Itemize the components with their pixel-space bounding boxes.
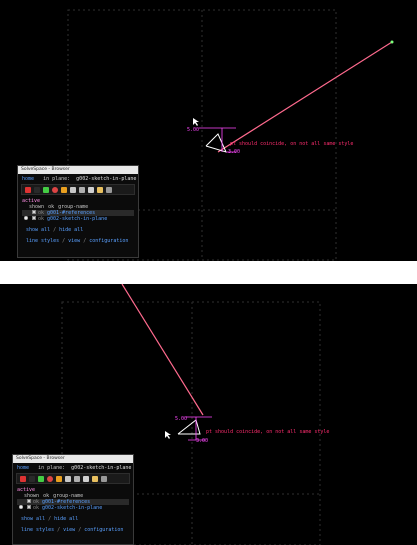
group-row[interactable]: ok g002-sketch-in-plane <box>22 216 134 222</box>
shaded-icon[interactable] <box>74 475 80 482</box>
construction-line[interactable] <box>217 41 393 153</box>
hide-all-link[interactable]: hide all <box>59 227 83 233</box>
active-radio[interactable] <box>18 505 23 509</box>
shown-checkbox[interactable] <box>31 210 36 214</box>
shown-checkbox[interactable] <box>26 505 31 509</box>
browser-toolbar <box>16 473 130 484</box>
configuration-link[interactable]: configuration <box>89 238 128 244</box>
workplane-icon[interactable] <box>56 475 62 482</box>
constraint-warning: pt should coincide, on not all same styl… <box>206 429 329 435</box>
hidden-lines-icon[interactable] <box>106 186 112 193</box>
spacer-icon <box>34 186 40 193</box>
grid-icon[interactable] <box>25 186 31 193</box>
edges-icon[interactable] <box>88 186 94 193</box>
cad-viewport-bottom[interactable]: 5.00 3.00 pt should coincide, on not all… <box>0 284 417 545</box>
property-browser[interactable]: SolveSpace - Browser home in plane: g002… <box>12 454 134 545</box>
browser-nav: home in plane: g002-sketch-in-plane <box>18 174 138 184</box>
dimension-label[interactable]: 3.00 <box>196 438 208 444</box>
property-browser[interactable]: SolveSpace - Browser home in plane: g002… <box>17 165 139 258</box>
active-radio[interactable] <box>23 216 28 220</box>
groups-section: active shown ok group-name ok g001-#refere… <box>18 195 138 244</box>
group-ok: ok <box>33 505 40 511</box>
view-link[interactable]: view <box>68 238 80 244</box>
nav-value: g002-sketch-in-plane <box>71 465 132 471</box>
mouse-cursor-icon <box>165 431 171 439</box>
edges-icon[interactable] <box>83 475 89 482</box>
nav-label: in plane: <box>38 465 66 471</box>
normal-icon[interactable] <box>70 186 76 193</box>
line-styles-link[interactable]: line styles <box>21 527 54 533</box>
hidden-lines-icon[interactable] <box>101 475 107 482</box>
sketch-triangle[interactable] <box>177 419 201 435</box>
dimension-label[interactable]: 5.00 <box>187 127 199 133</box>
footer-links: line styles / view / configuration <box>26 238 129 244</box>
nav-value: g002-sketch-in-plane <box>76 176 137 182</box>
show-hide-row: show all / hide all <box>21 516 79 522</box>
dimension-label[interactable]: 5.00 <box>175 416 187 422</box>
line-styles-link[interactable]: line styles <box>26 238 59 244</box>
home-link[interactable]: home <box>17 465 29 471</box>
dimension-label[interactable]: 3.00 <box>228 149 240 155</box>
nav-label: in plane: <box>43 176 71 182</box>
mesh-icon[interactable] <box>92 475 98 482</box>
cad-viewport-top[interactable]: 5.00 3.00 pt should coincide, on not all… <box>0 0 417 261</box>
grid-icon[interactable] <box>20 475 26 482</box>
point-icon[interactable] <box>43 186 49 193</box>
spacer-icon <box>29 475 35 482</box>
shown-checkbox[interactable] <box>31 216 36 220</box>
endpoint[interactable] <box>390 40 394 44</box>
footer-links: line styles / view / configuration <box>21 527 124 533</box>
configuration-link[interactable]: configuration <box>84 527 123 533</box>
point-icon[interactable] <box>38 475 44 482</box>
hide-all-link[interactable]: hide all <box>54 516 78 522</box>
group-name[interactable]: g002-sketch-in-plane <box>47 216 107 222</box>
shaded-icon[interactable] <box>79 186 85 193</box>
constraint-icon[interactable] <box>52 186 58 193</box>
construction-line[interactable] <box>121 284 204 416</box>
group-ok: ok <box>38 216 45 222</box>
mesh-icon[interactable] <box>97 186 103 193</box>
mouse-cursor-icon <box>193 118 199 126</box>
browser-title: SolveSpace - Browser <box>13 455 133 463</box>
constraint-icon[interactable] <box>47 475 53 482</box>
show-all-link[interactable]: show all <box>21 516 45 522</box>
browser-toolbar <box>21 184 135 195</box>
view-link[interactable]: view <box>63 527 75 533</box>
show-hide-row: show all / hide all <box>26 227 84 233</box>
group-name[interactable]: g002-sketch-in-plane <box>42 505 102 511</box>
home-link[interactable]: home <box>22 176 34 182</box>
group-row[interactable]: ok g002-sketch-in-plane <box>17 505 129 511</box>
groups-section: active shown ok group-name ok g001-#refere… <box>13 484 133 533</box>
shown-checkbox[interactable] <box>26 499 31 503</box>
normal-icon[interactable] <box>65 475 71 482</box>
constraint-warning: pt should coincide, on not all same styl… <box>230 141 353 147</box>
browser-title: SolveSpace - Browser <box>18 166 138 174</box>
show-all-link[interactable]: show all <box>26 227 50 233</box>
browser-nav: home in plane: g002-sketch-in-plane <box>13 463 133 473</box>
workplane-icon[interactable] <box>61 186 67 193</box>
